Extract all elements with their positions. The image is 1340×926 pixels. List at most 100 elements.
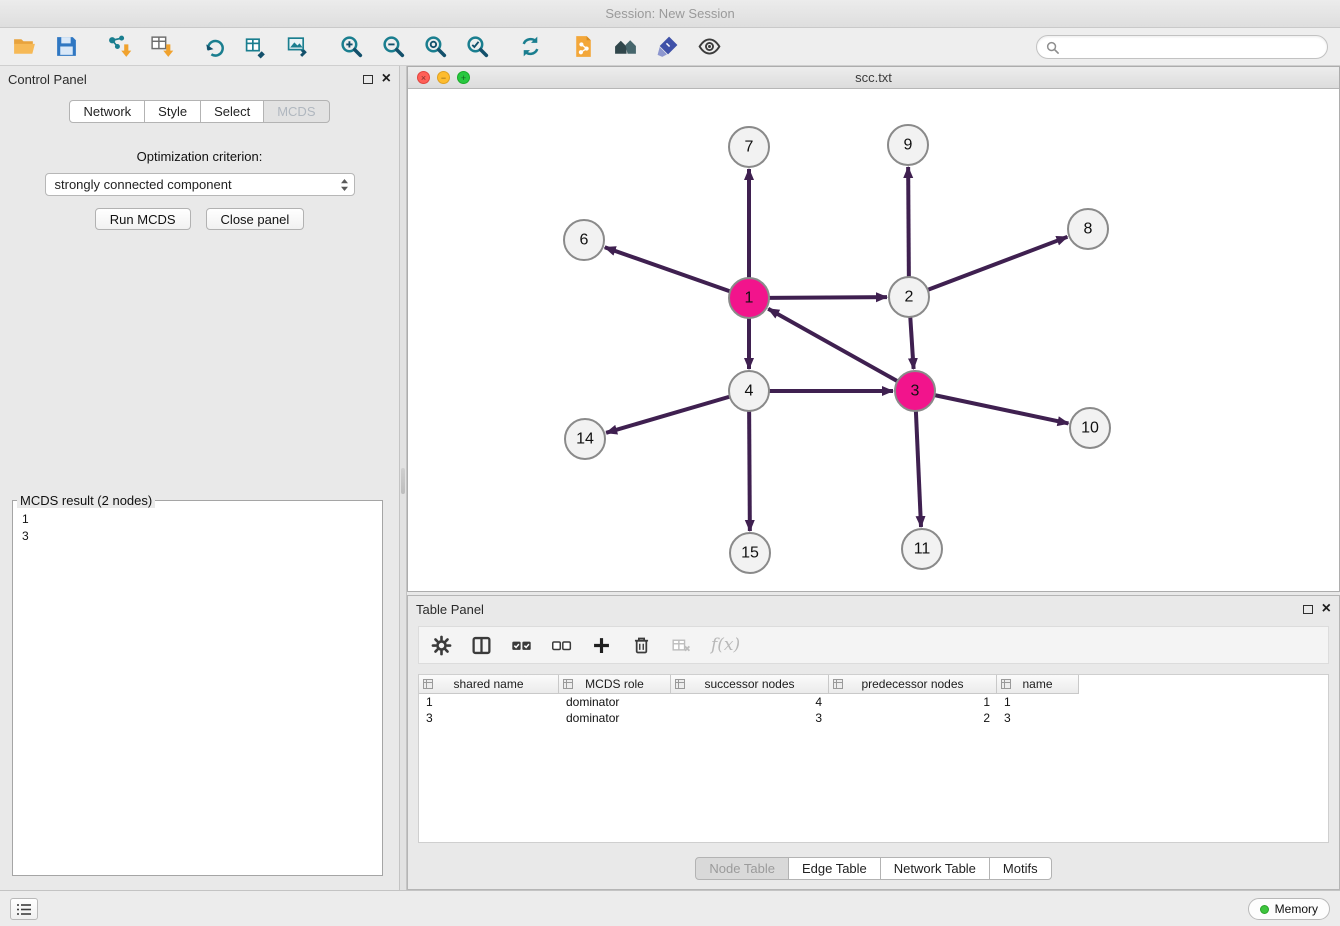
column-header-successor-nodes[interactable]: successor nodes (671, 675, 829, 694)
table-tab-network-table[interactable]: Network Table (880, 857, 990, 880)
edge-3-10[interactable] (935, 395, 1069, 423)
task-history-button[interactable] (10, 898, 38, 920)
network-window-title: scc.txt (855, 70, 892, 85)
zoom-selected-icon (465, 34, 490, 59)
select-all-button[interactable] (511, 630, 532, 660)
graphics-details-button[interactable] (691, 31, 728, 63)
network-overview-button[interactable] (607, 31, 644, 63)
import-network-icon (107, 34, 132, 59)
zoom-in-button[interactable] (333, 31, 370, 63)
zoom-in-icon (339, 34, 364, 59)
export-image-icon (286, 34, 311, 59)
edge-1-2[interactable] (769, 297, 887, 298)
close-table-panel-icon[interactable]: × (1322, 602, 1331, 616)
float-table-panel-icon[interactable] (1303, 605, 1313, 614)
save-session-button[interactable] (48, 31, 85, 63)
network-graph: 7968124314101511 (408, 89, 1339, 591)
column-header-predecessor-nodes[interactable]: predecessor nodes (829, 675, 997, 694)
control-panel-tab-network[interactable]: Network (69, 100, 145, 123)
annotation-style-button[interactable] (649, 31, 686, 63)
zoom-window-button[interactable]: + (457, 71, 470, 84)
zoom-fit-button[interactable] (417, 31, 454, 63)
close-panel-button[interactable]: Close panel (206, 208, 305, 230)
flat-table-icon (1001, 679, 1011, 689)
memory-button[interactable]: Memory (1248, 898, 1330, 920)
edge-2-9[interactable] (908, 167, 909, 277)
column-label: MCDS role (585, 677, 644, 691)
edge-3-1[interactable] (768, 309, 897, 381)
control-panel-tab-select[interactable]: Select (200, 100, 264, 123)
table-tab-edge-table[interactable]: Edge Table (788, 857, 881, 880)
float-panel-icon[interactable] (363, 75, 373, 84)
flat-table-icon (423, 679, 433, 689)
import-table-button[interactable] (143, 31, 180, 63)
new-network-from-selection-button[interactable] (565, 31, 602, 63)
close-window-button[interactable]: × (417, 71, 430, 84)
delete-table-icon (671, 635, 692, 656)
edge-2-8[interactable] (928, 237, 1068, 290)
trash-icon (631, 635, 652, 656)
table-cell: 2 (829, 710, 997, 726)
table-settings-button[interactable] (431, 630, 452, 660)
column-label: predecessor nodes (861, 677, 963, 691)
delete-table-button[interactable] (671, 630, 692, 660)
zoom-group (333, 31, 496, 63)
zoom-fit-icon (423, 34, 448, 59)
delete-column-button[interactable] (631, 630, 652, 660)
network-view-window: × − + scc.txt 7968124314101511 (407, 66, 1340, 592)
mcds-result-list: 1 3 (13, 508, 382, 548)
edge-4-15[interactable] (749, 411, 750, 531)
node-label: 7 (745, 139, 754, 156)
table-cell: dominator (559, 694, 671, 710)
export-network-button[interactable] (196, 31, 233, 63)
network-canvas[interactable]: 7968124314101511 (408, 89, 1339, 591)
node-label: 3 (911, 383, 920, 400)
mcds-result-title: MCDS result (2 nodes) (17, 493, 155, 508)
apply-layout-button[interactable] (512, 31, 549, 63)
view-group (565, 31, 728, 63)
node-label: 4 (745, 383, 754, 400)
create-column-button[interactable] (591, 630, 612, 660)
edge-4-14[interactable] (606, 397, 730, 433)
criterion-dropdown[interactable]: strongly connected component (45, 173, 355, 196)
minimize-window-button[interactable]: − (437, 71, 450, 84)
splitter-grip[interactable] (401, 468, 405, 494)
control-panel-tab-style[interactable]: Style (144, 100, 201, 123)
column-header-mcds-role[interactable]: MCDS role (559, 675, 671, 694)
search-input[interactable] (1065, 40, 1318, 55)
import-network-button[interactable] (101, 31, 138, 63)
close-panel-icon[interactable]: × (382, 72, 391, 86)
export-image-button[interactable] (280, 31, 317, 63)
export-table-button[interactable] (238, 31, 275, 63)
table-cell: 1 (997, 694, 1079, 710)
open-session-button[interactable] (6, 31, 43, 63)
panel-splitter[interactable] (400, 66, 407, 890)
column-header-name[interactable]: name (997, 675, 1079, 694)
table-tab-motifs[interactable]: Motifs (989, 857, 1052, 880)
checked-boxes-icon (511, 635, 532, 656)
node-label: 15 (741, 545, 759, 562)
zoom-selected-button[interactable] (459, 31, 496, 63)
edge-2-3[interactable] (910, 317, 913, 369)
node-table: shared name MCDS role successor nodes prede… (418, 674, 1329, 843)
column-header-shared-name[interactable]: shared name (419, 675, 559, 694)
show-columns-button[interactable] (471, 630, 492, 660)
criterion-dropdown-value: strongly connected component (55, 177, 232, 192)
flat-table-icon (675, 679, 685, 689)
zoom-out-button[interactable] (375, 31, 412, 63)
control-panel-tab-mcds[interactable]: MCDS (263, 100, 329, 123)
table-row[interactable]: 1dominator411 (419, 694, 1328, 710)
run-mcds-button[interactable]: Run MCDS (95, 208, 191, 230)
edge-3-11[interactable] (916, 411, 921, 527)
table-tab-node-table[interactable]: Node Table (695, 857, 789, 880)
edge-1-6[interactable] (605, 247, 730, 291)
status-bar: Memory (0, 890, 1340, 926)
node-label: 9 (904, 137, 913, 154)
import-table-icon (149, 34, 174, 59)
table-row[interactable]: 3dominator323 (419, 710, 1328, 726)
deselect-all-button[interactable] (551, 630, 572, 660)
zoom-out-icon (381, 34, 406, 59)
function-builder-button[interactable]: f(x) (711, 630, 740, 660)
control-panel: Control Panel × NetworkStyleSelectMCDS O… (0, 66, 400, 890)
table-cell: 3 (997, 710, 1079, 726)
